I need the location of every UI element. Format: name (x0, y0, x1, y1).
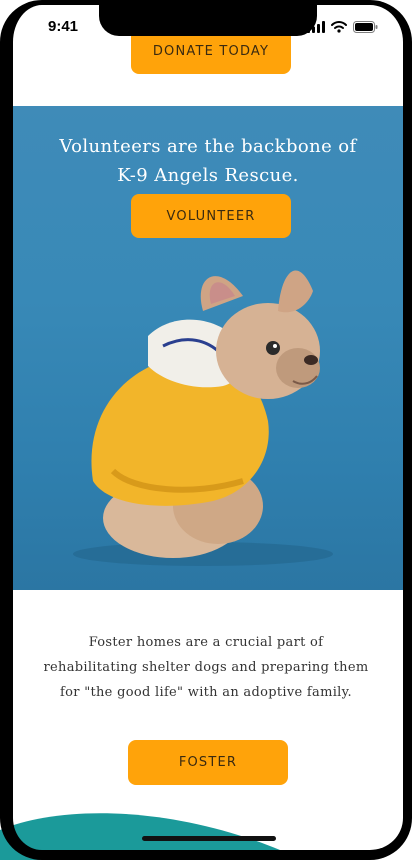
foster-button[interactable]: Foster (128, 740, 288, 785)
volunteer-heading-line-1: Volunteers are the backbone of (59, 136, 357, 157)
foster-button-label: Foster (178, 755, 238, 770)
donate-today-label: Donate today (152, 43, 270, 59)
wifi-icon (331, 21, 347, 33)
volunteer-button-label: Volunteer (166, 208, 256, 224)
cellular-signal-icon (307, 21, 325, 33)
teal-wave-decoration (0, 813, 280, 860)
foster-description: Foster homes are a crucial part of rehab… (43, 635, 369, 700)
volunteer-button[interactable]: Volunteer (131, 194, 291, 238)
volunteer-heading: Volunteers are the backbone of K-9 Angel… (13, 132, 403, 190)
phone-screen: Donate today Volunteers are the backbone… (0, 0, 412, 860)
volunteer-section: Volunteers are the backbone of K-9 Angel… (13, 106, 403, 590)
volunteer-heading-line-2: K-9 Angels Rescue. (117, 165, 299, 186)
home-indicator[interactable] (142, 836, 276, 841)
status-time: 9:41 (48, 18, 79, 35)
status-icons (307, 21, 378, 33)
device-notch (99, 0, 317, 36)
french-bulldog-photo (73, 270, 333, 566)
battery-icon (353, 21, 378, 33)
